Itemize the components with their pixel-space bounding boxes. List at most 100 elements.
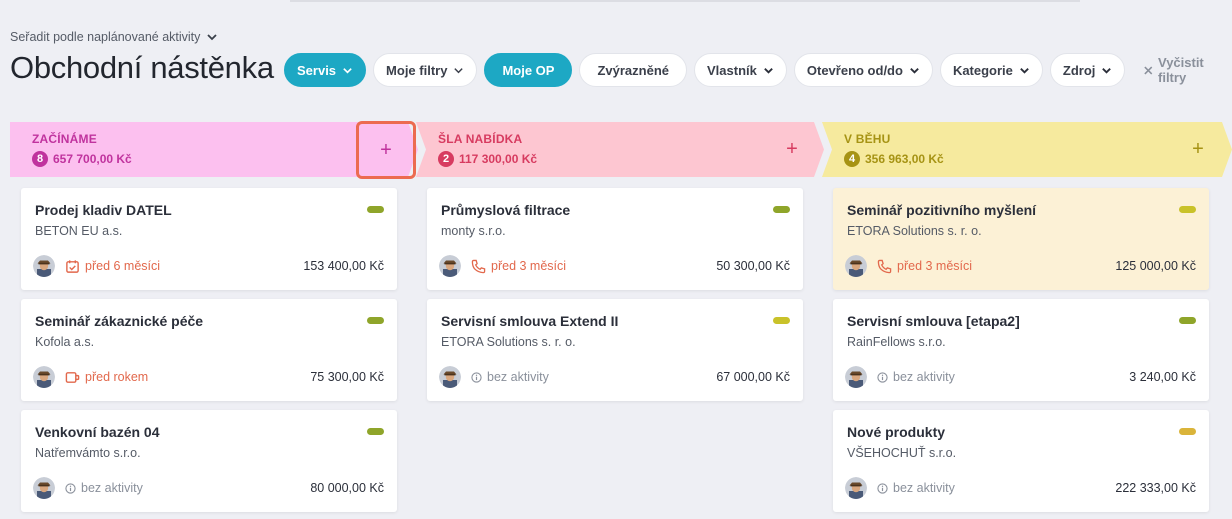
activity-label: před 3 měsíci — [491, 259, 567, 273]
deal-title[interactable]: Nové produkty — [847, 424, 945, 440]
filter-servis[interactable]: Servis — [284, 53, 367, 87]
deal-title[interactable]: Prodej kladiv DATEL — [35, 202, 172, 218]
deal-count-badge: 2 — [438, 151, 454, 167]
deal-footer: bez aktivity 67 000,00 Kč — [439, 366, 790, 388]
activity-status: bez aktivity — [877, 370, 955, 384]
deal-title[interactable]: Průmyslová filtrace — [441, 202, 570, 218]
deal-tag — [1179, 317, 1196, 324]
chevron-down-icon — [207, 34, 218, 41]
column-name: V BĚHU — [844, 132, 891, 146]
clear-filters-button[interactable]: Vyčistit filtry — [1144, 55, 1232, 85]
filter-zvyraznene[interactable]: Zvýrazněné — [579, 53, 688, 87]
deal-amount: 67 000,00 Kč — [716, 370, 790, 384]
deal-footer: před 6 měsíci 153 400,00 Kč — [33, 255, 384, 277]
activity-status: bez aktivity — [471, 370, 549, 384]
deal-title[interactable]: Venkovní bazén 04 — [35, 424, 160, 440]
clear-filters-label: Vyčistit filtry — [1158, 55, 1204, 85]
activity-status: před 6 měsíci — [65, 259, 160, 274]
activity-label: bez aktivity — [893, 370, 955, 384]
chevron-down-icon — [1020, 67, 1029, 74]
info-icon — [65, 482, 76, 494]
avatar[interactable] — [33, 477, 55, 499]
column-header-sla-nabidka: ŠLA NABÍDKA 2 117 300,00 Kč + — [416, 122, 824, 177]
add-deal-button[interactable]: + — [764, 122, 820, 177]
deal-company: ETORA Solutions s. r. o. — [441, 335, 576, 349]
sort-dropdown[interactable]: Seřadit podle naplánované aktivity — [10, 30, 218, 44]
deal-footer: bez aktivity 3 240,00 Kč — [845, 366, 1196, 388]
filter-otevreno[interactable]: Otevřeno od/do — [793, 53, 933, 87]
avatar[interactable] — [439, 255, 461, 277]
filter-moje-filtry-label: Moje filtry — [386, 62, 448, 78]
column-header-shape — [416, 122, 824, 177]
deal-card[interactable]: Průmyslová filtrace monty s.r.o. před 3 mě… — [427, 188, 803, 290]
info-icon — [877, 482, 888, 494]
avatar[interactable] — [845, 366, 867, 388]
filter-moje-filtry[interactable]: Moje filtry — [373, 53, 478, 87]
filter-bar: Servis Moje filtry Moje OP Zvýrazněné Vl… — [284, 53, 1232, 87]
deal-title[interactable]: Servisní smlouva Extend II — [441, 313, 618, 329]
chevron-down-icon — [764, 67, 773, 74]
deal-title[interactable]: Seminář pozitivního myšlení — [847, 202, 1036, 218]
filter-vlastnik-label: Vlastník — [707, 62, 757, 78]
add-deal-button[interactable]: + — [356, 121, 416, 179]
deal-count-badge: 4 — [844, 151, 860, 167]
deal-company: VŠEHOCHUŤ s.r.o. — [847, 446, 957, 460]
deal-company: ETORA Solutions s. r. o. — [847, 224, 982, 238]
deal-company: monty s.r.o. — [441, 224, 506, 238]
deal-card[interactable]: Servisní smlouva Extend II ETORA Solution… — [427, 299, 803, 401]
deal-card[interactable]: Servisní smlouva [etapa2] RainFellows s.r… — [833, 299, 1209, 401]
info-icon — [471, 371, 482, 383]
avatar[interactable] — [845, 255, 867, 277]
deal-footer: bez aktivity 80 000,00 Kč — [33, 477, 384, 499]
activity-status: před 3 měsíci — [471, 259, 566, 274]
deal-amount: 80 000,00 Kč — [310, 481, 384, 495]
filter-moje-op[interactable]: Moje OP — [484, 53, 573, 87]
deal-card[interactable]: Prodej kladiv DATEL BETON EU a.s. před 6 m… — [21, 188, 397, 290]
activity-status: bez aktivity — [65, 481, 143, 495]
close-icon — [1144, 66, 1153, 74]
activity-label: bez aktivity — [81, 481, 143, 495]
deal-company: Natřemvámto s.r.o. — [35, 446, 141, 460]
deal-tag — [1179, 428, 1196, 435]
chevron-down-icon — [1102, 67, 1112, 74]
column-header-zaciname: ZAČÍNÁME 8 657 700,00 Kč + — [10, 121, 418, 179]
page-title: Obchodní nástěnka — [10, 50, 274, 85]
filter-otevreno-label: Otevřeno od/do — [806, 62, 903, 78]
deal-card[interactable]: Venkovní bazén 04 Natřemvámto s.r.o. bez a… — [21, 410, 397, 512]
chevron-down-icon — [343, 67, 352, 74]
add-deal-button[interactable]: + — [1170, 122, 1226, 177]
activity-label: bez aktivity — [893, 481, 955, 495]
column-sum: 356 963,00 Kč — [865, 152, 944, 166]
deal-tag — [773, 206, 790, 213]
chevron-down-icon — [910, 67, 919, 74]
activity-status: bez aktivity — [877, 481, 955, 495]
deal-title[interactable]: Servisní smlouva [etapa2] — [847, 313, 1020, 329]
deal-title[interactable]: Seminář zákaznické péče — [35, 313, 203, 329]
activity-status: před 3 měsíci — [877, 259, 972, 274]
meeting-icon — [65, 370, 80, 385]
filter-vlastnik[interactable]: Vlastník — [694, 53, 787, 87]
activity-label: před rokem — [85, 370, 149, 384]
sort-label: Seřadit podle naplánované aktivity — [10, 30, 201, 44]
deal-tag — [367, 206, 384, 213]
deal-amount: 50 300,00 Kč — [716, 259, 790, 273]
column-summary: 4 356 963,00 Kč — [844, 151, 944, 167]
phone-icon — [877, 259, 892, 274]
deal-card[interactable]: Seminář pozitivního myšlení ETORA Solutio… — [833, 188, 1209, 290]
avatar[interactable] — [33, 255, 55, 277]
deal-tag — [773, 317, 790, 324]
deal-amount: 125 000,00 Kč — [1115, 259, 1196, 273]
activity-label: bez aktivity — [487, 370, 549, 384]
activity-label: před 3 měsíci — [897, 259, 973, 273]
avatar[interactable] — [33, 366, 55, 388]
column-summary: 8 657 700,00 Kč — [32, 151, 132, 167]
avatar[interactable] — [439, 366, 461, 388]
chevron-down-icon — [454, 67, 464, 73]
deal-amount: 153 400,00 Kč — [303, 259, 384, 273]
deal-card[interactable]: Seminář zákaznické péče Kofola a.s. před r… — [21, 299, 397, 401]
deal-footer: před rokem 75 300,00 Kč — [33, 366, 384, 388]
filter-kategorie[interactable]: Kategorie — [939, 53, 1043, 87]
avatar[interactable] — [845, 477, 867, 499]
filter-zdroj[interactable]: Zdroj — [1049, 53, 1126, 87]
deal-card[interactable]: Nové produkty VŠEHOCHUŤ s.r.o. bez aktivit… — [833, 410, 1209, 512]
